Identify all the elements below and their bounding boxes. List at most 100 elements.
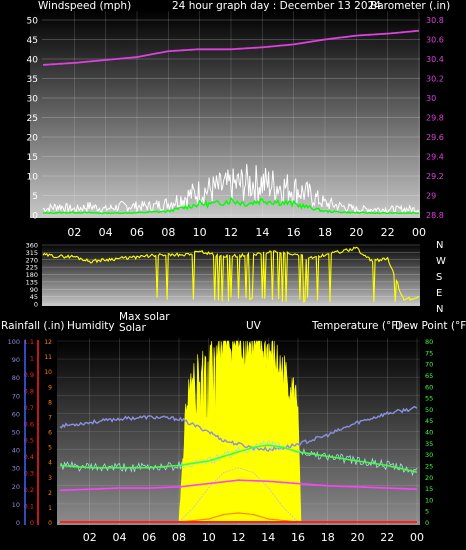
direction-y-tick-label: 270 — [26, 256, 38, 264]
wind-x-tick-label: 22 — [381, 226, 395, 239]
barometer-y-tick-label: 28.8 — [426, 211, 444, 220]
uv-y-tick-label: 6 — [48, 430, 52, 437]
wind-y-tick-label: 25 — [27, 114, 38, 124]
temperature-y-tick-label: 0 — [425, 519, 429, 527]
wind-y-tick-label: 10 — [27, 173, 39, 183]
wind-y-tick-label: 5 — [32, 192, 38, 202]
uv-y-tick-label: 0 — [48, 520, 52, 527]
direction-y-tick-label: 315 — [26, 249, 38, 257]
temperature-y-tick-label: 55 — [425, 395, 433, 403]
humidity-y-tick-label: 30 — [12, 465, 20, 473]
barometer-y-tick-label: 30.8 — [426, 16, 444, 25]
dew-point-axis-title: Dew Point (°F) — [395, 320, 466, 332]
direction-y-tick-label: 45 — [30, 293, 38, 301]
direction-label-w: W — [436, 256, 446, 267]
wind-y-tick-label: 35 — [27, 75, 38, 85]
weather-x-tick-label: 16 — [291, 531, 305, 544]
direction-y-tick-label: 135 — [26, 278, 38, 286]
barometer-y-tick-label: 30 — [426, 94, 436, 103]
wind-x-tick-label: 10 — [193, 226, 207, 239]
temperature-y-tick-label: 10 — [425, 496, 433, 504]
temperature-y-tick-label: 25 — [425, 462, 433, 470]
wind-x-tick-label: 18 — [318, 226, 332, 239]
weather-x-tick-label: 14 — [261, 531, 275, 544]
wind-y-tick-label: 0 — [32, 212, 38, 222]
humidity-y-tick-label: 10 — [12, 501, 20, 509]
uv-axis-title: UV — [246, 320, 262, 332]
weather-x-tick-label: 02 — [83, 531, 97, 544]
uv-y-tick-label: 10 — [44, 369, 52, 376]
wind-x-tick-label: 02 — [67, 226, 81, 239]
direction-label-n-top: N — [436, 240, 443, 251]
humidity-y-tick-label: 80 — [12, 374, 20, 382]
direction-y-tick-label: 90 — [30, 286, 38, 294]
weather-x-tick-label: 12 — [232, 531, 246, 544]
uv-y-tick-label: 5 — [48, 445, 52, 452]
temperature-y-tick-label: 20 — [425, 474, 433, 482]
humidity-y-tick-label: 20 — [12, 483, 20, 491]
temperature-y-tick-label: 65 — [425, 372, 433, 380]
weather-x-tick-label: 22 — [380, 531, 394, 544]
wind-x-tick-label: 16 — [287, 226, 301, 239]
wind-x-tick-label: 14 — [255, 226, 269, 239]
rainfall-y-tick-label: 1 — [30, 354, 34, 362]
uv-y-tick-label: 7 — [48, 414, 52, 421]
solar-area — [178, 339, 302, 523]
barometer-y-tick-label: 29.8 — [426, 114, 444, 123]
direction-y-tick-label: 225 — [26, 264, 38, 272]
temperature-y-tick-label: 50 — [425, 406, 433, 414]
wind-x-tick-label: 06 — [130, 226, 144, 239]
direction-label-n-bottom: N — [436, 304, 443, 315]
barometer-y-tick-label: 29.6 — [426, 133, 444, 142]
wind-y-tick-label: 50 — [27, 17, 39, 27]
temperature-y-tick-label: 70 — [425, 361, 433, 369]
windspeed-axis-title: Windspeed (mph) — [38, 0, 131, 12]
wind-x-tick-label: 00 — [412, 226, 426, 239]
weather-x-tick-label: 00 — [410, 531, 424, 544]
wind-x-tick-label: 04 — [99, 226, 113, 239]
barometer-y-tick-label: 29.2 — [426, 172, 444, 181]
humidity-y-tick-label: 70 — [12, 392, 20, 400]
humidity-y-tick-label: 90 — [12, 356, 20, 364]
barometer-y-tick-label: 30.6 — [426, 36, 444, 45]
weather-x-tick-label: 18 — [321, 531, 335, 544]
barometer-y-tick-label: 29 — [426, 192, 436, 201]
temperature-y-tick-label: 80 — [425, 338, 433, 346]
uv-y-tick-label: 11 — [44, 354, 52, 361]
uv-y-tick-label: 3 — [48, 475, 52, 482]
barometer-y-tick-label: 29.4 — [426, 153, 444, 162]
weather-x-tick-label: 08 — [172, 531, 186, 544]
wind-x-tick-label: 20 — [349, 226, 363, 239]
temperature-y-tick-label: 60 — [425, 383, 433, 391]
barometer-axis-title: Barometer (.in) — [370, 0, 450, 12]
temperature-y-tick-label: 15 — [425, 485, 433, 493]
temperature-y-tick-label: 35 — [425, 440, 433, 448]
rainfall-axis-title: Rainfall (.in) — [1, 320, 64, 332]
wind-y-tick-label: 30 — [27, 95, 39, 105]
uv-y-tick-label: 8 — [48, 399, 52, 406]
solar-axis-title: Solar — [119, 322, 146, 334]
temperature-y-tick-label: 5 — [425, 508, 429, 516]
chart-title: 24 hour graph day : December 13 2024 — [172, 0, 381, 12]
uv-y-tick-label: 12 — [44, 339, 52, 346]
wind-x-tick-label: 08 — [161, 226, 175, 239]
weather-x-tick-label: 20 — [351, 531, 365, 544]
uv-y-tick-label: 4 — [48, 460, 52, 467]
direction-y-tick-label: 360 — [26, 242, 38, 250]
rainfall-y-tick-label: 0 — [30, 519, 34, 527]
temperature-y-tick-label: 45 — [425, 417, 433, 425]
weather-x-tick-label: 04 — [113, 531, 127, 544]
humidity-y-tick-label: 40 — [12, 447, 20, 455]
direction-y-tick-label: 180 — [26, 271, 38, 279]
humidity-y-tick-label: 50 — [12, 429, 20, 437]
direction-label-s: S — [436, 272, 442, 283]
humidity-y-tick-label: 100 — [8, 338, 20, 346]
wind-y-tick-label: 45 — [27, 36, 38, 46]
barometer-y-tick-label: 30.2 — [426, 75, 444, 84]
temperature-axis-title: Temperature (°F) — [311, 320, 401, 332]
weather-x-tick-label: 10 — [202, 531, 216, 544]
uv-y-tick-label: 1 — [48, 505, 52, 512]
barometer-y-tick-label: 30.4 — [426, 55, 444, 64]
weather-chart: 0510152025303540455028.82929.229.429.629… — [1, 0, 466, 544]
temperature-y-tick-label: 30 — [425, 451, 433, 459]
